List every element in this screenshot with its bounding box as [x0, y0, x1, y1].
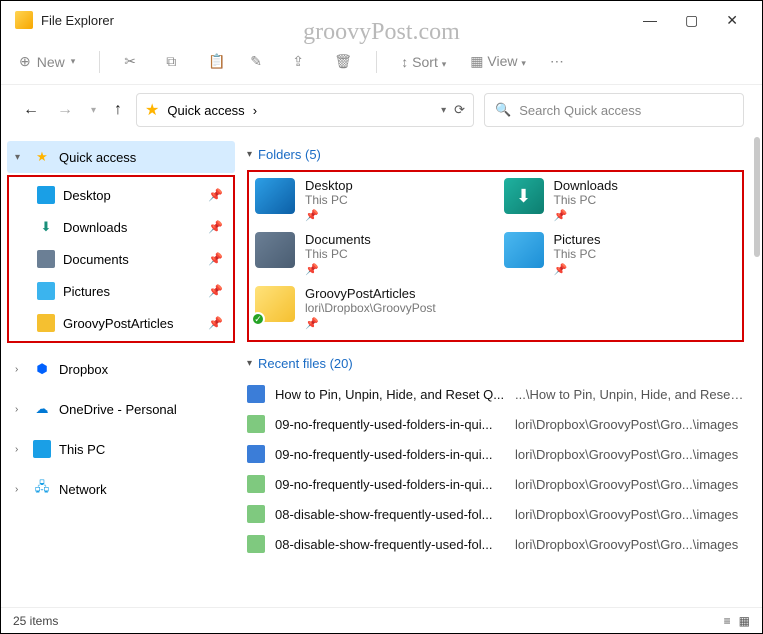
pictures-icon	[504, 232, 544, 268]
chevron-down-icon: ▾	[15, 152, 25, 163]
rename-icon[interactable]: ✎	[250, 53, 268, 71]
paste-icon[interactable]: 📋	[208, 53, 226, 71]
search-placeholder: Search Quick access	[519, 103, 641, 118]
image-icon	[247, 415, 265, 433]
view-button[interactable]: ▦ View ▾	[470, 53, 526, 70]
downloads-icon: ⬇	[37, 218, 55, 236]
refresh-button[interactable]: ⟳	[454, 102, 465, 118]
content-pane: ▾Folders (5) DesktopThis PC📌 ⬇DownloadsT…	[241, 135, 762, 607]
image-icon	[247, 535, 265, 553]
recent-item[interactable]: 09-no-frequently-used-folders-in-qui...l…	[247, 409, 744, 439]
pin-icon: 📌	[208, 284, 223, 298]
recent-item[interactable]: 09-no-frequently-used-folders-in-qui...l…	[247, 439, 744, 469]
search-input[interactable]: 🔍 Search Quick access	[484, 93, 744, 127]
recent-drop[interactable]: ▾	[87, 101, 100, 120]
share-icon[interactable]: ⇪	[292, 53, 310, 71]
folder-desktop[interactable]: DesktopThis PC📌	[255, 178, 488, 222]
cut-icon[interactable]: ✂	[124, 53, 142, 71]
folder-icon	[37, 314, 55, 332]
status-bar: 25 items ≡ ▦	[1, 607, 762, 633]
recent-item[interactable]: 08-disable-show-frequently-used-fol...lo…	[247, 529, 744, 559]
pin-icon: 📌	[208, 220, 223, 234]
pictures-icon	[37, 282, 55, 300]
sidebar: ▾ ★ Quick access Desktop📌 ⬇Downloads📌 Do…	[1, 135, 241, 607]
new-button[interactable]: ⊕ New ▾	[19, 53, 75, 70]
breadcrumb-chevron[interactable]: ›	[253, 103, 257, 118]
pin-icon: 📌	[208, 188, 223, 202]
scrollbar[interactable]	[754, 137, 760, 257]
pc-icon	[33, 440, 51, 458]
onedrive-icon: ☁	[33, 400, 51, 418]
network-icon: 🖧	[33, 480, 51, 498]
toolbar: ⊕ New ▾ ✂ ⧉ 📋 ✎ ⇪ 🗑 ↕ Sort ▾ ▦ View ▾ ⋯	[1, 39, 762, 85]
star-icon: ★	[33, 148, 51, 166]
folders-header[interactable]: ▾Folders (5)	[247, 147, 744, 162]
recent-list: How to Pin, Unpin, Hide, and Reset Q....…	[247, 379, 744, 559]
sidebar-quick-access[interactable]: ▾ ★ Quick access	[7, 141, 235, 173]
sidebar-item-documents[interactable]: Documents📌	[11, 243, 231, 275]
folder-pictures[interactable]: PicturesThis PC📌	[504, 232, 737, 276]
sidebar-item-dropbox[interactable]: ›⬢Dropbox	[7, 353, 235, 385]
sidebar-item-groovypost[interactable]: GroovyPostArticles📌	[11, 307, 231, 339]
thumbnails-view-button[interactable]: ▦	[739, 614, 750, 628]
details-view-button[interactable]: ≡	[724, 614, 731, 628]
more-button[interactable]: ⋯	[550, 53, 564, 70]
folder-icon: ✓	[255, 286, 295, 322]
delete-icon[interactable]: 🗑	[334, 53, 352, 71]
word-icon	[247, 385, 265, 403]
desktop-icon	[255, 178, 295, 214]
minimize-button[interactable]: —	[643, 12, 657, 29]
sidebar-item-desktop[interactable]: Desktop📌	[11, 179, 231, 211]
sidebar-item-onedrive[interactable]: ›☁OneDrive - Personal	[7, 393, 235, 425]
folder-documents[interactable]: DocumentsThis PC📌	[255, 232, 488, 276]
forward-button[interactable]: →	[53, 97, 77, 123]
recent-item[interactable]: 09-no-frequently-used-folders-in-qui...l…	[247, 469, 744, 499]
address-drop-icon[interactable]: ▾	[441, 105, 446, 116]
folder-groovypost[interactable]: ✓GroovyPostArticleslori\Dropbox\GroovyPo…	[255, 286, 488, 330]
breadcrumb[interactable]: Quick access	[167, 103, 244, 118]
address-bar[interactable]: ★ Quick access › ▾ ⟳	[136, 93, 474, 127]
documents-icon	[255, 232, 295, 268]
folder-downloads[interactable]: ⬇DownloadsThis PC📌	[504, 178, 737, 222]
window-title: File Explorer	[41, 13, 114, 28]
desktop-icon	[37, 186, 55, 204]
folders-grid: DesktopThis PC📌 ⬇DownloadsThis PC📌 Docum…	[247, 170, 744, 342]
recent-item[interactable]: How to Pin, Unpin, Hide, and Reset Q....…	[247, 379, 744, 409]
app-icon	[15, 11, 33, 29]
titlebar: File Explorer — ▢ ✕	[1, 1, 762, 39]
item-count: 25 items	[13, 614, 58, 628]
sidebar-item-pictures[interactable]: Pictures📌	[11, 275, 231, 307]
recent-header[interactable]: ▾Recent files (20)	[247, 356, 744, 371]
copy-icon[interactable]: ⧉	[166, 53, 184, 71]
maximize-button[interactable]: ▢	[685, 12, 698, 29]
back-button[interactable]: ←	[19, 97, 43, 123]
documents-icon	[37, 250, 55, 268]
sidebar-item-downloads[interactable]: ⬇Downloads📌	[11, 211, 231, 243]
star-icon: ★	[145, 100, 159, 120]
sidebar-pinned-group: Desktop📌 ⬇Downloads📌 Documents📌 Pictures…	[7, 175, 235, 343]
downloads-icon: ⬇	[504, 178, 544, 214]
dropbox-icon: ⬢	[33, 360, 51, 378]
image-icon	[247, 505, 265, 523]
nav-row: ← → ▾ ↑ ★ Quick access › ▾ ⟳ 🔍 Search Qu…	[1, 85, 762, 135]
close-button[interactable]: ✕	[726, 12, 738, 29]
search-icon: 🔍	[495, 102, 511, 118]
recent-item[interactable]: 08-disable-show-frequently-used-fol...lo…	[247, 499, 744, 529]
snagit-icon	[247, 445, 265, 463]
sidebar-item-network[interactable]: ›🖧Network	[7, 473, 235, 505]
sort-button[interactable]: ↕ Sort ▾	[401, 54, 446, 70]
up-button[interactable]: ↑	[110, 97, 126, 123]
pin-icon: 📌	[208, 252, 223, 266]
pin-icon: 📌	[208, 316, 223, 330]
sidebar-item-thispc[interactable]: ›This PC	[7, 433, 235, 465]
image-icon	[247, 475, 265, 493]
